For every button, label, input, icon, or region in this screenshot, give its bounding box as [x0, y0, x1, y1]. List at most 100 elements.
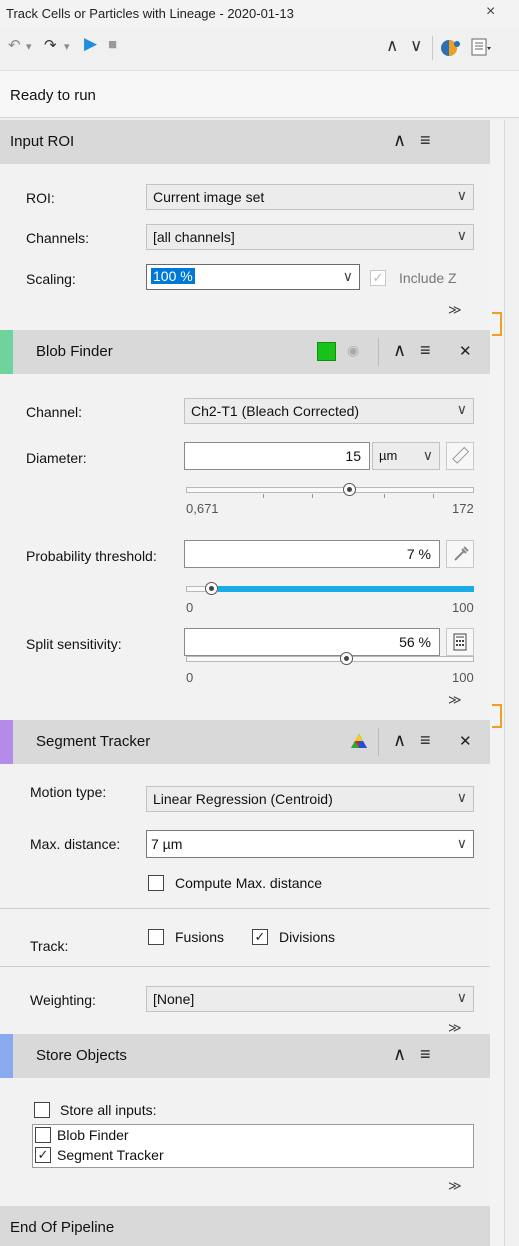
- probability-threshold-fill: [218, 586, 474, 592]
- eye-icon[interactable]: ◉: [347, 342, 359, 359]
- include-z-checkbox[interactable]: ✓: [370, 270, 386, 286]
- segment-tracker-accent: [0, 720, 13, 764]
- pipeline-connector: [492, 704, 502, 728]
- vertical-scrollbar[interactable]: [490, 120, 504, 1246]
- run-icon[interactable]: ▶: [84, 34, 97, 54]
- collapse-icon[interactable]: ∧: [393, 730, 406, 751]
- channels-value: [all channels]: [153, 229, 235, 245]
- segment-tracker-store-checkbox[interactable]: ✓: [35, 1147, 51, 1163]
- max-distance-combobox[interactable]: 7 µm ∨: [146, 830, 474, 858]
- scaling-combobox[interactable]: 100 % ∨: [146, 264, 360, 290]
- chevron-down-icon: ∨: [342, 268, 353, 284]
- collapse-icon[interactable]: ∧: [393, 130, 406, 151]
- processing-settings-icon[interactable]: [440, 37, 462, 59]
- roi-label: ROI:: [26, 190, 55, 206]
- diameter-unit-dropdown[interactable]: µm ∨: [372, 442, 440, 470]
- move-up-icon[interactable]: ∧: [386, 36, 398, 56]
- slider-tick: [384, 494, 385, 498]
- redo-icon[interactable]: ↷: [44, 36, 57, 54]
- divisions-label: Divisions: [279, 929, 336, 945]
- diameter-input[interactable]: 15: [184, 442, 370, 470]
- collapse-icon[interactable]: ∧: [393, 340, 406, 361]
- probability-threshold-thumb[interactable]: [205, 582, 219, 595]
- blob-finder-header[interactable]: Blob Finder ◉ ∧ ≡ ✕: [0, 330, 490, 374]
- segment-tracker-title: Segment Tracker: [36, 733, 151, 750]
- probability-threshold-value: 7 %: [406, 546, 431, 562]
- ruler-icon: [452, 446, 470, 464]
- menu-icon[interactable]: ≡: [420, 1044, 431, 1065]
- diameter-unit: µm: [379, 448, 398, 463]
- expand-icon[interactable]: ≫: [448, 1178, 462, 1194]
- expand-icon[interactable]: ≫: [448, 692, 462, 708]
- move-down-icon[interactable]: ∨: [410, 36, 422, 56]
- menu-icon[interactable]: ≡: [420, 340, 431, 361]
- color-wheel-icon[interactable]: [350, 733, 368, 751]
- diameter-slider[interactable]: [186, 487, 474, 493]
- expand-icon[interactable]: ≫: [448, 302, 462, 318]
- weighting-dropdown[interactable]: [None] ∨: [146, 986, 474, 1012]
- chevron-down-icon: ∨: [456, 227, 467, 243]
- roi-dropdown[interactable]: Current image set ∨: [146, 184, 474, 210]
- divisions-checkbox[interactable]: ✓: [252, 929, 268, 945]
- pipeline-menu-icon[interactable]: [470, 37, 492, 59]
- motion-type-dropdown[interactable]: Linear Regression (Centroid) ∨: [146, 786, 474, 812]
- probability-threshold-label: Probability threshold:: [26, 548, 157, 564]
- end-of-pipeline-header: End Of Pipeline: [0, 1206, 490, 1246]
- blob-finder-accent: [0, 330, 13, 374]
- segment-tracker-body: Motion type: Linear Regression (Centroid…: [0, 764, 490, 1066]
- channel-dropdown[interactable]: Ch2-T1 (Bleach Corrected) ∨: [184, 398, 474, 424]
- chevron-down-icon: ∨: [456, 989, 467, 1005]
- max-distance-label: Max. distance:: [30, 836, 121, 852]
- chevron-down-icon: ∨: [456, 835, 467, 851]
- close-window-icon[interactable]: ×: [486, 3, 495, 21]
- chevron-down-icon: ∨: [456, 401, 467, 417]
- split-sensitivity-thumb[interactable]: [340, 652, 353, 665]
- store-objects-header[interactable]: Store Objects ∧ ≡: [0, 1034, 490, 1078]
- input-roi-header[interactable]: Input ROI ∧ ≡: [0, 120, 490, 164]
- store-objects-body: Store all inputs: Blob Finder ✓ Segment …: [0, 1078, 490, 1206]
- toolbar: ↶ ▾ ↷ ▾ ▶ ■ ∧ ∨: [0, 30, 519, 68]
- calculator-icon: [453, 633, 467, 651]
- channel-value: Ch2-T1 (Bleach Corrected): [191, 403, 360, 419]
- slider-tick: [312, 494, 313, 498]
- status-text: Ready to run: [10, 87, 96, 104]
- calculator-button[interactable]: [446, 628, 474, 656]
- list-item: Blob Finder: [57, 1127, 129, 1143]
- undo-icon[interactable]: ↶: [8, 36, 21, 54]
- fusions-checkbox[interactable]: [148, 929, 164, 945]
- pick-threshold-button[interactable]: [446, 540, 474, 568]
- diameter-slider-thumb[interactable]: [342, 483, 356, 496]
- diameter-min: 0,671: [186, 501, 219, 516]
- compute-max-distance-checkbox[interactable]: [148, 875, 164, 891]
- split-sensitivity-input[interactable]: 56 %: [184, 628, 440, 656]
- menu-icon[interactable]: ≡: [420, 130, 431, 151]
- chevron-down-icon: ∨: [456, 187, 467, 203]
- weighting-label: Weighting:: [30, 992, 96, 1008]
- input-roi-body: ROI: Current image set ∨ Channels: [all …: [0, 164, 490, 330]
- chevron-down-icon: ∨: [422, 447, 433, 463]
- close-icon[interactable]: ✕: [459, 732, 472, 750]
- close-icon[interactable]: ✕: [459, 342, 472, 360]
- divider: [0, 908, 490, 909]
- menu-icon[interactable]: ≡: [420, 730, 431, 751]
- toolbar-divider: [432, 36, 433, 60]
- slider-tick: [263, 494, 264, 498]
- store-all-inputs-checkbox[interactable]: [34, 1102, 50, 1118]
- channels-dropdown[interactable]: [all channels] ∨: [146, 224, 474, 250]
- measure-diameter-button[interactable]: [446, 442, 474, 470]
- stop-icon[interactable]: ■: [108, 36, 117, 53]
- roi-value: Current image set: [153, 189, 265, 205]
- list-item: Segment Tracker: [57, 1147, 164, 1163]
- channels-label: Channels:: [26, 230, 90, 246]
- probability-threshold-input[interactable]: 7 %: [184, 540, 440, 568]
- collapse-icon[interactable]: ∧: [393, 1044, 406, 1065]
- redo-dropdown-icon[interactable]: ▾: [64, 40, 70, 53]
- split-sensitivity-slider[interactable]: [186, 656, 474, 662]
- color-swatch[interactable]: [317, 342, 336, 361]
- undo-dropdown-icon[interactable]: ▾: [26, 40, 32, 53]
- segment-tracker-header[interactable]: Segment Tracker ∧ ≡ ✕: [0, 720, 490, 764]
- blob-finder-body: Channel: Ch2-T1 (Bleach Corrected) ∨ Dia…: [0, 374, 490, 720]
- end-of-pipeline-title: End Of Pipeline: [10, 1219, 115, 1236]
- blob-finder-store-checkbox[interactable]: [35, 1127, 51, 1143]
- header-divider: [378, 728, 379, 756]
